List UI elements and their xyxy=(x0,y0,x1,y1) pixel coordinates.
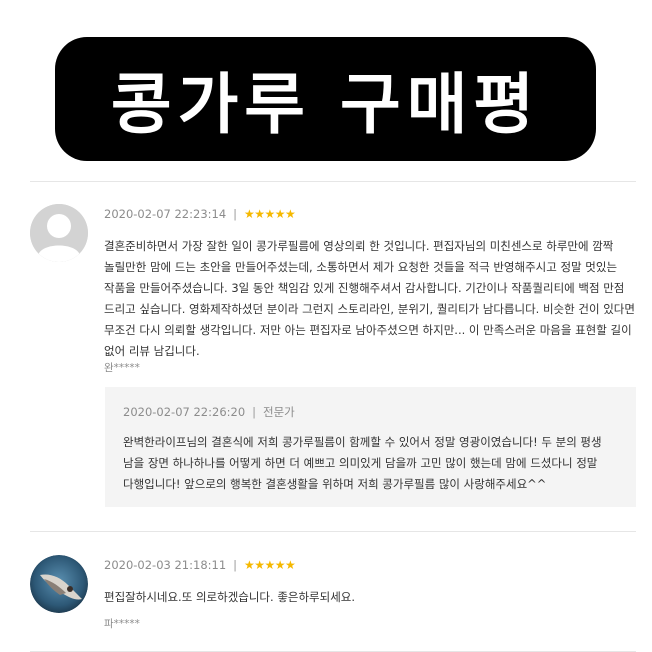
review-author: 완***** xyxy=(104,362,140,374)
expert-reply: 2020-02-07 22:26:20 | 전문가 완벽한라이프님의 결혼식에 … xyxy=(105,387,636,507)
reply-author-label: 전문가 xyxy=(263,405,295,419)
review-meta: 2020-02-07 22:23:14 | ★★★★★ xyxy=(104,207,296,221)
divider xyxy=(30,531,636,532)
title-banner: 콩가루 구매평 xyxy=(55,37,596,161)
page-title: 콩가루 구매평 xyxy=(110,66,541,143)
rating-stars: ★★★★★ xyxy=(244,207,296,221)
default-person-icon xyxy=(30,204,88,262)
review-author: 파***** xyxy=(104,618,140,630)
profile-photo xyxy=(30,555,88,613)
separator: | xyxy=(233,558,238,572)
separator: | xyxy=(252,405,257,419)
avatar xyxy=(30,204,88,262)
separator: | xyxy=(233,207,238,221)
review-text: 편집잘하시네요.또 의로하겠습니다. 좋은하루되세요. xyxy=(104,590,356,604)
avatar xyxy=(30,555,88,613)
divider xyxy=(30,181,636,182)
reply-date: 2020-02-07 22:26:20 xyxy=(123,405,246,419)
review-date: 2020-02-03 21:18:11 xyxy=(104,558,227,572)
reply-text: 완벽한라이프님의 결혼식에 저희 콩가루필름이 함께할 수 있어서 정말 영광이… xyxy=(123,435,602,491)
review-meta: 2020-02-03 21:18:11 | ★★★★★ xyxy=(104,558,296,572)
reply-meta: 2020-02-07 22:26:20 | 전문가 xyxy=(123,404,295,420)
review-date: 2020-02-07 22:23:14 xyxy=(104,207,227,221)
review-text: 결혼준비하면서 가장 잘한 일이 콩가루필름에 영상의뢰 한 것입니다. 편집자… xyxy=(104,239,635,358)
rating-stars: ★★★★★ xyxy=(244,558,296,572)
